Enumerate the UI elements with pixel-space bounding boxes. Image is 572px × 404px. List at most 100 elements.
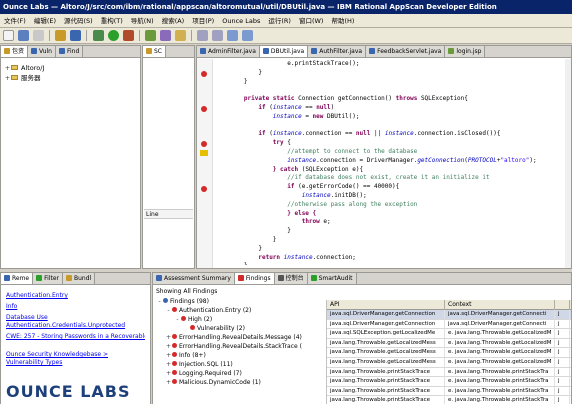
tree-item-altoro[interactable]: + Altoro/J [4, 63, 137, 73]
code-line[interactable] [215, 86, 565, 95]
tab-login-jsp[interactable]: login.jsp [445, 46, 486, 57]
menu-item[interactable]: 编辑(E) [30, 14, 60, 28]
menu-item[interactable]: 窗口(W) [295, 14, 328, 28]
menu-item[interactable]: 导航(N) [127, 14, 158, 28]
search-icon[interactable] [175, 30, 187, 41]
code-line[interactable] [215, 122, 565, 131]
column-extra[interactable] [555, 300, 570, 310]
forward-icon[interactable] [242, 30, 254, 41]
code-editor[interactable]: e.printStackTrace(); } } private static … [197, 59, 571, 268]
link-cwe-257[interactable]: CWE: 257 - Storing Passwords in a Recove… [6, 333, 145, 341]
code-line[interactable]: if (e.getErrorCode() == 40000){ [215, 183, 565, 192]
code-line[interactable]: instance.connection = DriverManager.getC… [215, 157, 565, 166]
tab-assessment-summary[interactable]: Assessment Summary [153, 273, 235, 284]
code-line[interactable]: throw e; [215, 218, 565, 227]
table-row[interactable]: java.lang.Throwable.printStackTrace e. ja… [327, 377, 571, 387]
column-context[interactable]: Context [445, 300, 555, 310]
link-vulnerability-types[interactable]: Vulnerability Types [6, 359, 145, 367]
code-line[interactable]: return instance.connection; [215, 254, 565, 263]
menu-item[interactable]: 项目(P) [188, 14, 218, 28]
error-marker-icon[interactable] [201, 141, 207, 147]
expand-icon[interactable]: - [165, 306, 172, 315]
link-info[interactable]: Info [6, 303, 145, 311]
code-line[interactable]: } [215, 69, 565, 78]
tab-authfilter[interactable]: AuthFilter.java [308, 46, 367, 57]
findings-tree-item[interactable]: - Authentication.Entry (2) [153, 306, 325, 315]
menu-item[interactable]: 文件(F) [0, 14, 30, 28]
debug-icon[interactable] [92, 30, 104, 41]
findings-tree-item[interactable]: + Info (8+) [153, 351, 325, 360]
open-type-icon[interactable] [159, 30, 171, 41]
code-line[interactable]: } [215, 78, 565, 87]
code-line[interactable]: //if database does not exist, create it … [215, 174, 565, 183]
back-icon[interactable] [227, 30, 239, 41]
code-text[interactable]: e.printStackTrace(); } } private static … [215, 60, 565, 265]
tab-bundles[interactable]: Bundl [63, 273, 96, 284]
expand-icon[interactable]: - [156, 297, 163, 306]
expand-icon[interactable]: + [4, 63, 11, 73]
expand-icon[interactable]: + [4, 73, 11, 83]
expand-icon[interactable]: + [165, 369, 172, 378]
next-annotation-icon[interactable] [212, 30, 224, 41]
expand-icon[interactable]: + [165, 360, 172, 369]
code-line[interactable]: private static Connection getConnection(… [215, 95, 565, 104]
findings-tree-item[interactable]: + ErrorHandling.RevealDetails.StackTrace … [153, 342, 325, 351]
table-row[interactable]: java.sql.SQLException.getLocalizedMe e. j… [327, 329, 571, 339]
tab-feedbackservlet[interactable]: FeedbackServlet.java [366, 46, 446, 57]
link-knowledgebase[interactable]: Ounce Security Knowledgebase > [6, 351, 145, 359]
new-class-icon[interactable] [144, 30, 156, 41]
expand-icon[interactable]: + [165, 351, 172, 360]
tab-package-explorer[interactable]: 包资 [1, 46, 29, 57]
findings-tree-item[interactable]: + Malicious.DynamicCode (1) [153, 378, 325, 387]
expand-icon[interactable]: + [165, 333, 172, 342]
code-line[interactable]: e.printStackTrace(); [215, 60, 565, 69]
new-icon[interactable] [3, 30, 14, 41]
tab-findings-short[interactable]: Find [56, 46, 84, 57]
expand-icon[interactable]: + [165, 378, 172, 387]
code-line[interactable]: instance = new DBUtil(); [215, 113, 565, 122]
tab-adminfilter[interactable]: AdminFilter.java [197, 46, 260, 57]
error-marker-icon[interactable] [201, 106, 207, 112]
code-line[interactable]: } [215, 245, 565, 254]
expand-icon[interactable]: - [174, 315, 181, 324]
table-row[interactable]: java.sql.DriverManager.getConnection java… [327, 310, 571, 320]
findings-tree-item[interactable]: + Injection.SQL (11) [153, 360, 325, 369]
tab-filter[interactable]: Filter [33, 273, 63, 284]
menu-item[interactable]: 运行(R) [264, 14, 295, 28]
menu-item[interactable]: 搜索(A) [158, 14, 189, 28]
link-authentication-entry[interactable]: Authentication.Entry [6, 292, 145, 300]
warning-marker-icon[interactable] [200, 150, 208, 156]
menu-item[interactable]: 重构(T) [97, 14, 127, 28]
code-line[interactable]: try { [215, 139, 565, 148]
tab-smartaudit[interactable]: SmartAudit [307, 273, 357, 284]
error-marker-icon[interactable] [201, 71, 207, 77]
code-line[interactable]: } [215, 227, 565, 236]
tab-vulnerabilities[interactable]: Vuln [28, 46, 56, 57]
print-icon[interactable] [33, 30, 45, 41]
tab-console[interactable]: 控制台 [274, 273, 308, 284]
code-line[interactable]: } catch (SQLException e){ [215, 166, 565, 175]
tree-item-servers[interactable]: + 服务器 [4, 73, 137, 83]
error-marker-icon[interactable] [201, 186, 207, 192]
menu-item[interactable]: 源代码(S) [60, 14, 97, 28]
code-line[interactable]: } else { [215, 210, 565, 219]
table-row[interactable]: java.lang.Throwable.getLocalizedMess e. j… [327, 338, 571, 349]
overview-ruler[interactable] [565, 59, 571, 268]
code-line[interactable]: instance.initDB(); [215, 192, 565, 201]
scan-project-icon[interactable] [70, 30, 82, 41]
findings-tree-item[interactable]: + ErrorHandling.RevealDetails.Message (4) [153, 333, 325, 342]
findings-tree-item[interactable]: + Logging.Required (7) [153, 369, 325, 378]
menu-item[interactable]: 帮助(H) [327, 14, 358, 28]
findings-tree-item[interactable]: Vulnerability (2) [153, 324, 325, 333]
tab-remediation[interactable]: Reme [1, 273, 34, 284]
tab-dbutil[interactable]: DBUtil.java [259, 46, 309, 57]
prev-annotation-icon[interactable] [197, 30, 209, 41]
code-line[interactable]: if (instance == null) [215, 104, 565, 113]
table-row[interactable]: java.lang.Throwable.printStackTrace e. ja… [327, 367, 571, 378]
code-line[interactable]: //otherwise pass along the exception [215, 201, 565, 210]
link-credentials-unprotected[interactable]: Authentication.Credentials.Unprotected [6, 322, 145, 330]
table-row[interactable]: java.lang.Throwable.printStackTrace e. ja… [327, 396, 571, 404]
table-row[interactable]: java.lang.Throwable.printStackTrace e. ja… [327, 386, 571, 397]
code-line[interactable]: } [215, 262, 565, 265]
tab-source[interactable]: SC [143, 46, 166, 57]
